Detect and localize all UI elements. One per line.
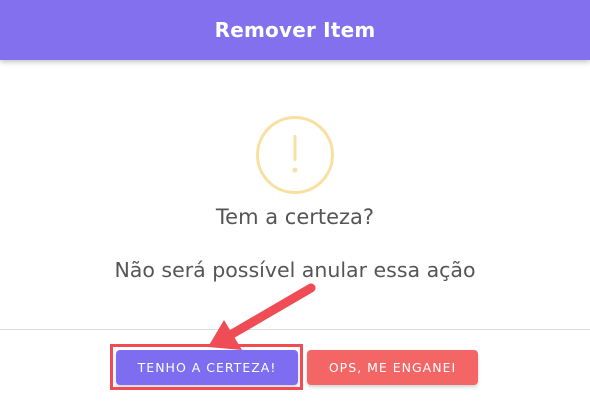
cancel-button[interactable]: OPS, ME ENGANEI <box>307 350 478 385</box>
dialog-title: Remover Item <box>214 18 376 42</box>
warning-icon <box>256 116 334 194</box>
annotation-arrow-icon <box>208 283 316 350</box>
footer-divider <box>0 329 590 330</box>
dialog-header: Remover Item <box>0 0 590 60</box>
confirm-button[interactable]: TENHO A CERTEZA! <box>116 350 298 385</box>
warning-message: Não será possível anular essa ação <box>114 258 476 282</box>
confirmation-question: Tem a certeza? <box>215 205 375 229</box>
